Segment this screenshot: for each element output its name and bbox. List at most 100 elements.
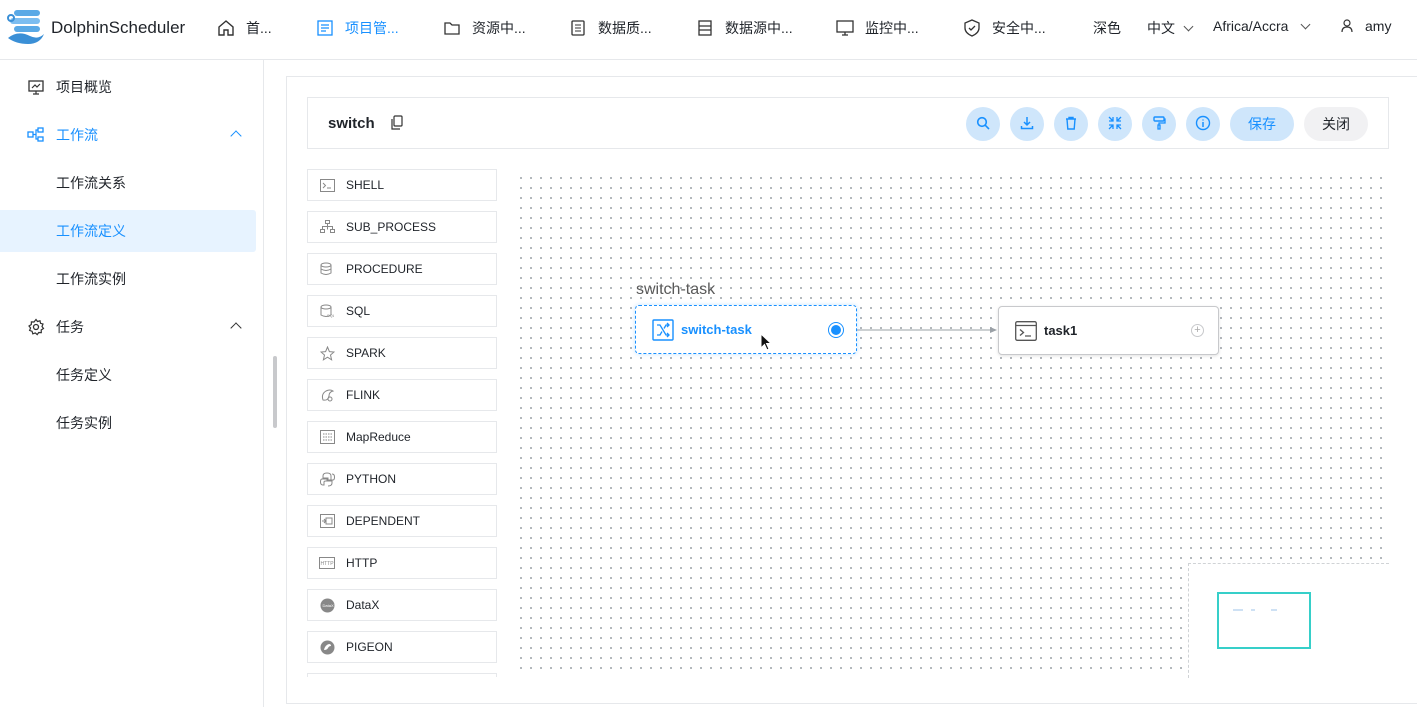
nav-project-label: 项目管...: [345, 20, 399, 36]
user-menu[interactable]: amy: [1341, 18, 1391, 34]
trash-icon: [1064, 116, 1078, 133]
sidebar-item-task[interactable]: 任务: [0, 306, 256, 348]
download-button[interactable]: [1010, 107, 1044, 141]
shell-icon: [319, 177, 335, 193]
add-port-icon[interactable]: +: [1191, 324, 1204, 337]
palette-item-pigeon[interactable]: PIGEON: [307, 631, 497, 663]
mapreduce-icon: [319, 429, 335, 445]
palette-item-label: SHELL: [346, 178, 385, 192]
search-icon: [976, 116, 990, 133]
delete-button[interactable]: [1054, 107, 1088, 141]
presentation-icon: [26, 77, 46, 97]
switch-icon: [651, 318, 675, 342]
search-button[interactable]: [966, 107, 1000, 141]
pigeon-icon: [319, 639, 335, 655]
workflow-icon: [26, 125, 46, 145]
minimap-viewport[interactable]: [1217, 592, 1311, 649]
timezone-select[interactable]: Africa/Accra: [1213, 18, 1311, 34]
nav-resource[interactable]: 资源中...: [442, 16, 526, 40]
palette-item-label: FLINK: [346, 388, 381, 402]
datax-icon: DataX: [319, 597, 335, 613]
http-icon: HTTP: [319, 555, 335, 571]
palette-item-http[interactable]: HTTP HTTP: [307, 547, 497, 579]
sidebar-item-task-definition[interactable]: 任务定义: [0, 354, 256, 396]
dag-toolbar: switch 保存 关闭: [307, 97, 1389, 149]
sidebar-item-workflow[interactable]: 工作流: [0, 114, 256, 156]
nav-monitor-label: 监控中...: [865, 20, 919, 36]
sidebar-item-label: 工作流: [56, 127, 98, 143]
palette-item-sub-process[interactable]: SUB_PROCESS: [307, 211, 497, 243]
gear-icon: [26, 317, 46, 337]
sub-process-icon: [319, 219, 335, 235]
palette-item-datax[interactable]: DataX DataX: [307, 589, 497, 621]
save-button[interactable]: 保存: [1230, 107, 1294, 141]
folder-icon: [442, 18, 462, 38]
nav-resource-label: 资源中...: [472, 20, 526, 36]
palette-item-mapreduce[interactable]: MapReduce: [307, 421, 497, 453]
sidebar-item-project-overview[interactable]: 项目概览: [0, 66, 256, 108]
task-palette: SHELL SUB_PROCESS PROCEDURE SQL SQL SPAR…: [307, 169, 497, 677]
language-label: 中文: [1147, 20, 1175, 36]
minimap[interactable]: [1188, 563, 1389, 678]
shell-icon: [1014, 319, 1038, 343]
palette-item-label: DataX: [346, 598, 380, 612]
chevron-down-icon: [1183, 21, 1194, 31]
theme-label: 深色: [1093, 20, 1121, 36]
fullscreen-button[interactable]: [1098, 107, 1132, 141]
palette-item-label: HTTP: [346, 556, 378, 570]
nav-security[interactable]: 安全中...: [962, 16, 1046, 40]
chevron-up-icon: [230, 322, 242, 334]
palette-item-label: SPARK: [346, 346, 386, 360]
palette-item-spark[interactable]: SPARK: [307, 337, 497, 369]
dependent-icon: [319, 513, 335, 529]
palette-item-next[interactable]: [307, 673, 497, 677]
theme-toggle[interactable]: 深色: [1093, 18, 1121, 38]
palette-item-dependent[interactable]: DEPENDENT: [307, 505, 497, 537]
palette-item-label: PIGEON: [346, 640, 393, 654]
sql-icon: SQL: [319, 303, 335, 319]
info-button[interactable]: [1186, 107, 1220, 141]
sidebar-item-task-instance[interactable]: 任务实例: [0, 402, 256, 444]
dag-node-task1[interactable]: task1 +: [998, 306, 1219, 355]
sidebar-item-workflow-instance[interactable]: 工作流实例: [0, 258, 256, 300]
palette-item-sql[interactable]: SQL SQL: [307, 295, 497, 327]
top-header: DolphinScheduler 首... 项目管... 资源中... 数据质.…: [0, 0, 1417, 60]
sidebar-item-label: 项目概览: [56, 79, 112, 95]
svg-text:HTTP: HTTP: [321, 561, 335, 567]
sidebar-item-label: 任务定义: [56, 367, 112, 383]
dag-node-switch-task[interactable]: switch-task: [635, 305, 857, 354]
nav-home[interactable]: 首...: [216, 16, 272, 40]
node-output-port[interactable]: [828, 321, 844, 338]
sidebar-item-label: 工作流实例: [56, 271, 126, 287]
nav-monitor[interactable]: 监控中...: [835, 16, 919, 40]
workflow-name: switch: [328, 115, 375, 132]
palette-item-python[interactable]: PYTHON: [307, 463, 497, 495]
sidebar-item-workflow-definition[interactable]: 工作流定义: [0, 210, 256, 252]
sidebar-item-workflow-relation[interactable]: 工作流关系: [0, 162, 256, 204]
palette-item-flink[interactable]: FLINK: [307, 379, 497, 411]
dag-edge[interactable]: [856, 327, 998, 333]
chevron-up-icon: [230, 130, 242, 142]
nav-security-label: 安全中...: [992, 20, 1046, 36]
palette-item-shell[interactable]: SHELL: [307, 169, 497, 201]
nav-data-quality[interactable]: 数据质...: [568, 16, 652, 40]
sidebar-item-label: 工作流定义: [56, 223, 126, 239]
sidebar-item-label: 任务: [56, 319, 84, 335]
project-icon: [315, 18, 335, 38]
nav-datasource-label: 数据源中...: [725, 20, 793, 36]
data-quality-icon: [568, 18, 588, 38]
sidebar-scrollbar[interactable]: [273, 356, 277, 428]
palette-item-label: SQL: [346, 304, 371, 318]
node-label: task1: [1044, 323, 1078, 338]
nav-project[interactable]: 项目管...: [315, 16, 399, 40]
nav-home-label: 首...: [246, 20, 272, 36]
shield-icon: [962, 18, 982, 38]
dolphin-logo-icon: [7, 10, 44, 44]
format-button[interactable]: [1142, 107, 1176, 141]
monitor-icon: [835, 18, 855, 38]
nav-datasource[interactable]: 数据源中...: [695, 16, 793, 40]
copy-icon[interactable]: [390, 115, 404, 131]
language-select[interactable]: 中文: [1147, 18, 1194, 38]
close-button[interactable]: 关闭: [1304, 107, 1368, 141]
palette-item-procedure[interactable]: PROCEDURE: [307, 253, 497, 285]
